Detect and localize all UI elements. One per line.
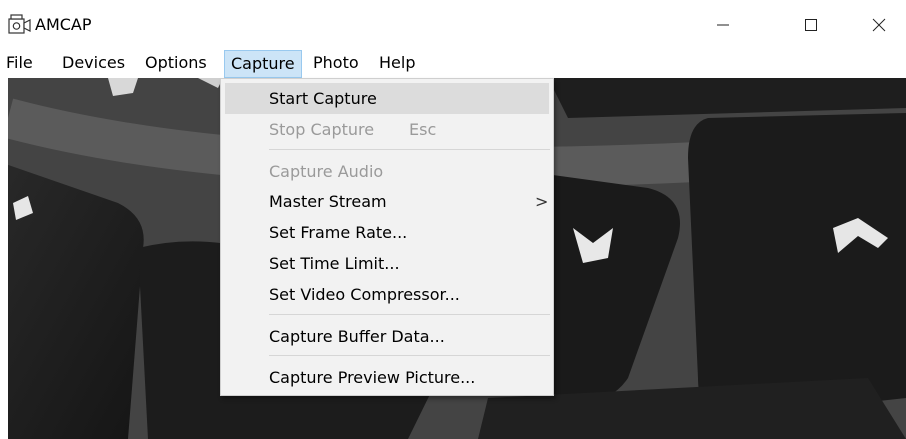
menu-item-label: Set Frame Rate...	[269, 223, 408, 242]
menu-help[interactable]: Help	[373, 50, 421, 78]
menu-file[interactable]: File	[0, 50, 39, 78]
menu-item-label: Capture Audio	[269, 162, 384, 181]
title-bar: AMCAP	[0, 0, 906, 50]
menu-item-label: Capture Buffer Data...	[269, 327, 445, 346]
menu-item-start-capture[interactable]: Start Capture	[225, 83, 549, 114]
menu-item-label: Set Time Limit...	[269, 254, 400, 273]
menu-photo[interactable]: Photo	[307, 50, 365, 78]
close-button[interactable]	[856, 8, 902, 42]
menu-item-label: Master Stream	[269, 192, 387, 211]
menu-item-set-time-limit[interactable]: Set Time Limit...	[221, 248, 553, 279]
menu-item-capture-preview-picture[interactable]: Capture Preview Picture...	[221, 362, 553, 393]
menu-bar: File Devices Options Capture Photo Help	[0, 50, 906, 78]
menu-item-set-frame-rate[interactable]: Set Frame Rate...	[221, 217, 553, 248]
close-icon	[872, 18, 886, 32]
menu-separator	[269, 149, 550, 150]
window-title: AMCAP	[35, 15, 92, 34]
menu-capture[interactable]: Capture	[224, 50, 302, 78]
menu-separator	[269, 355, 550, 356]
menu-item-set-video-compressor[interactable]: Set Video Compressor...	[221, 279, 553, 310]
menu-options[interactable]: Options	[139, 50, 213, 78]
menu-item-label: Stop Capture	[269, 120, 375, 139]
menu-item-label: Set Video Compressor...	[269, 285, 460, 304]
submenu-arrow-icon: >	[535, 192, 549, 211]
maximize-button[interactable]	[788, 8, 834, 42]
camera-app-icon	[8, 14, 31, 34]
menu-item-capture-audio: Capture Audio	[221, 156, 553, 187]
menu-item-master-stream[interactable]: Master Stream >	[221, 186, 553, 217]
maximize-icon	[805, 19, 817, 31]
minimize-icon	[717, 24, 729, 26]
menu-item-label: Capture Preview Picture...	[269, 368, 476, 387]
menu-item-label: Start Capture	[269, 89, 377, 108]
shortcut-label: Esc	[409, 120, 437, 139]
menu-devices[interactable]: Devices	[56, 50, 131, 78]
menu-item-stop-capture: Stop Capture Esc	[221, 114, 553, 145]
minimize-button[interactable]	[700, 8, 746, 42]
menu-separator	[269, 314, 550, 315]
capture-menu: Start Capture Stop Capture Esc Capture A…	[220, 78, 554, 396]
menu-item-capture-buffer-data[interactable]: Capture Buffer Data...	[221, 321, 553, 352]
